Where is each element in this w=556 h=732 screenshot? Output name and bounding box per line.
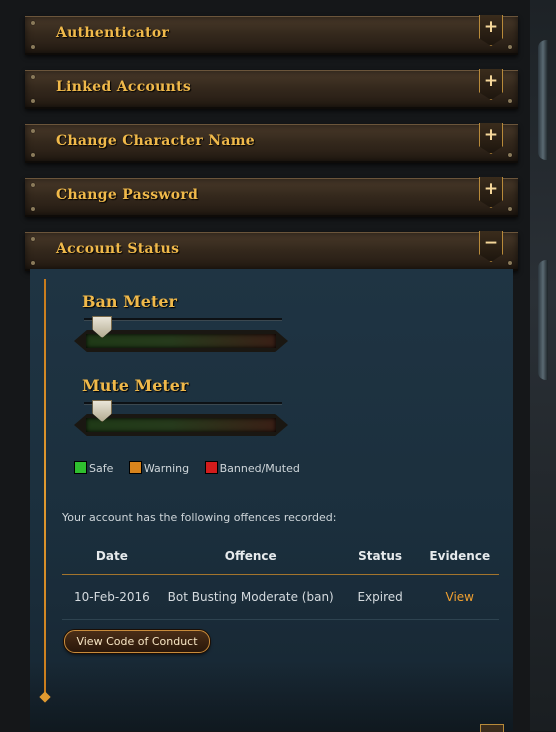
- warning-swatch: [128, 461, 142, 474]
- offence-date: 10-Feb-2016: [62, 574, 162, 620]
- meter-rail: [84, 318, 282, 321]
- legend-label: Warning: [143, 462, 190, 475]
- rivet: [508, 99, 512, 103]
- rivet: [31, 75, 35, 79]
- view-code-of-conduct-button[interactable]: View Code of Conduct: [64, 630, 210, 653]
- collapse-icon[interactable]: −: [479, 231, 503, 262]
- rivet: [31, 237, 35, 241]
- column-header-evidence: Evidence: [420, 538, 499, 575]
- table-row: 10-Feb-2016 Bot Busting Moderate (ban) E…: [62, 574, 499, 620]
- legend-label: Safe: [89, 462, 114, 475]
- legend-safe: Safe: [74, 461, 113, 475]
- section-title: Authenticator: [56, 25, 170, 41]
- meter-legend: Safe Warning Banned/Muted: [74, 461, 312, 475]
- table-header-row: Date Offence Status Evidence: [62, 538, 499, 575]
- meter-rail: [84, 402, 282, 405]
- rivet: [31, 153, 35, 157]
- expand-icon[interactable]: +: [479, 69, 503, 100]
- rivet: [508, 261, 512, 265]
- rivet: [31, 183, 35, 187]
- section-title: Linked Accounts: [56, 79, 192, 95]
- rivet: [508, 153, 512, 157]
- section-title: Account Status: [56, 241, 180, 257]
- offences-intro: Your account has the following offences …: [62, 511, 337, 524]
- section-change-password[interactable]: Change Password +: [25, 177, 518, 217]
- section-change-character-name[interactable]: Change Character Name +: [25, 123, 518, 163]
- legend-warning: Warning: [128, 461, 190, 475]
- panel-accent-line: [44, 279, 46, 699]
- meter-fill: [86, 418, 276, 432]
- column-header-date: Date: [62, 538, 162, 575]
- decorative-spike: [538, 260, 548, 380]
- rivet: [31, 207, 35, 211]
- expand-icon[interactable]: +: [479, 15, 503, 46]
- legend-banned-muted: Banned/Muted: [204, 461, 300, 475]
- legend-label: Banned/Muted: [219, 462, 300, 475]
- rivet: [31, 261, 35, 265]
- rivet: [508, 207, 512, 211]
- panel-texture: [30, 661, 513, 731]
- section-title: Change Character Name: [56, 133, 256, 149]
- offences-table: Date Offence Status Evidence 10-Feb-2016…: [62, 538, 499, 620]
- expand-icon[interactable]: +: [479, 177, 503, 208]
- offence-name: Bot Busting Moderate (ban): [161, 574, 340, 620]
- rivet: [508, 45, 512, 49]
- meter-fill: [86, 334, 276, 348]
- rivet: [31, 129, 35, 133]
- rivet: [31, 99, 35, 103]
- decorative-spike: [538, 40, 548, 160]
- mute-meter: [74, 400, 288, 436]
- section-account-status[interactable]: Account Status −: [25, 231, 518, 271]
- column-header-offence: Offence: [161, 538, 340, 575]
- ban-meter-title: Ban Meter: [82, 292, 177, 311]
- column-header-status: Status: [339, 538, 421, 575]
- section-authenticator[interactable]: Authenticator +: [25, 15, 518, 55]
- offence-status: Expired: [339, 574, 421, 620]
- rivet: [31, 21, 35, 25]
- decorative-border: [530, 0, 556, 731]
- expand-icon[interactable]: +: [479, 123, 503, 154]
- safe-swatch: [74, 461, 87, 474]
- mute-meter-title: Mute Meter: [82, 376, 189, 395]
- view-evidence-link[interactable]: View: [420, 574, 499, 620]
- banned-muted-swatch: [204, 461, 218, 474]
- rivet: [31, 45, 35, 49]
- ban-meter: [74, 316, 288, 352]
- section-linked-accounts[interactable]: Linked Accounts +: [25, 69, 518, 109]
- section-title: Change Password: [56, 187, 199, 203]
